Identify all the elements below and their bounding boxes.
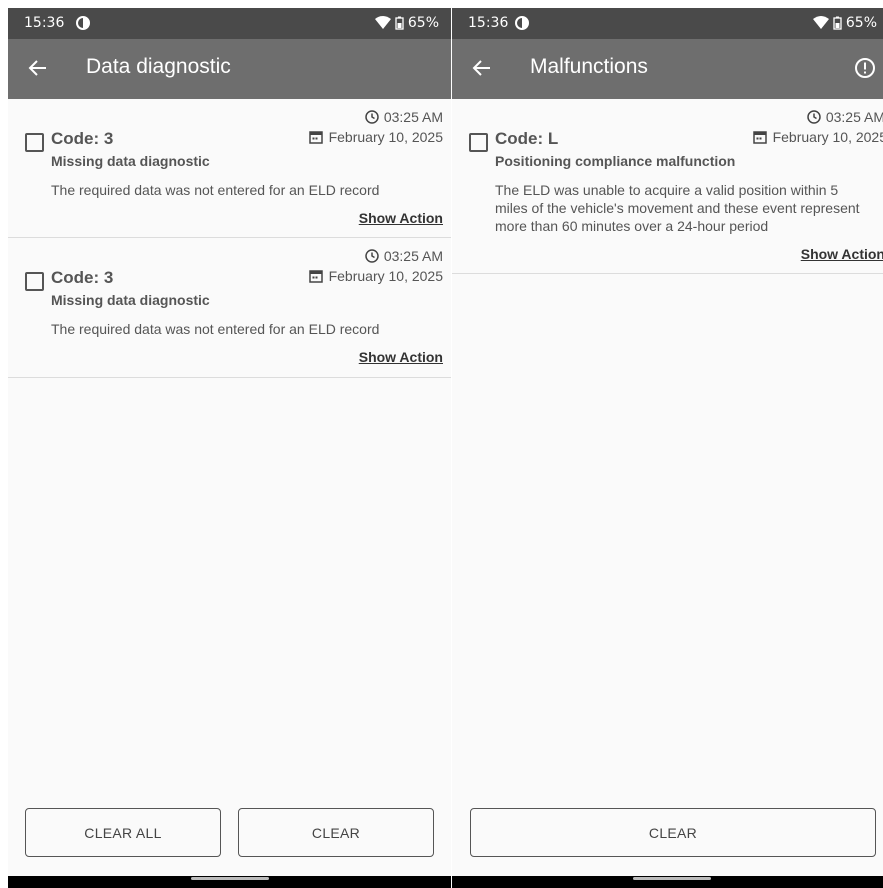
status-bar: 15:36 65%	[8, 8, 451, 39]
clear-button[interactable]: CLEAR	[470, 808, 876, 857]
back-arrow-icon[interactable]	[26, 56, 50, 80]
home-handle[interactable]	[633, 877, 711, 880]
event-code: Code: 3	[51, 268, 114, 287]
calendar-icon	[308, 131, 323, 144]
show-action-link[interactable]: Show Action	[359, 349, 443, 365]
event-date: February 10, 2025	[328, 129, 443, 145]
clock-icon	[807, 110, 821, 124]
back-arrow-icon[interactable]	[470, 56, 494, 80]
navigation-bar	[452, 876, 883, 888]
clear-all-button[interactable]: CLEAR ALL	[25, 808, 221, 857]
malfunction-card: 03:25 AM February 10, 2025 Code: L Posit…	[452, 99, 883, 274]
clock-icon	[365, 249, 379, 263]
wifi-icon	[374, 16, 391, 29]
home-handle[interactable]	[191, 877, 269, 880]
event-description: The required data was not entered for an…	[51, 321, 380, 337]
clear-button[interactable]: CLEAR	[238, 808, 434, 857]
app-bar: Malfunctions	[452, 39, 883, 99]
diagnostic-card: 03:25 AM February 10, 2025 Code: 3 Missi…	[8, 99, 451, 238]
status-time: 15:36	[24, 15, 65, 31]
event-date: February 10, 2025	[328, 268, 443, 284]
select-checkbox[interactable]	[469, 133, 488, 152]
wifi-icon	[812, 16, 829, 29]
info-alert-icon[interactable]	[853, 56, 877, 80]
malfunctions-screen: 15:36 65% Malfunctions 03:25 AM February…	[452, 8, 883, 888]
battery-icon	[833, 16, 842, 30]
event-description: The ELD was unable to acquire a valid po…	[495, 182, 860, 234]
diagnostic-card: 03:25 AM February 10, 2025 Code: 3 Missi…	[8, 238, 451, 378]
calendar-icon	[752, 131, 767, 144]
event-code: Code: L	[495, 129, 559, 148]
navigation-bar	[8, 876, 451, 888]
calendar-icon	[308, 270, 323, 283]
status-time: 15:36	[468, 15, 509, 31]
dnd-icon	[515, 16, 529, 30]
event-subtitle: Missing data diagnostic	[51, 153, 210, 169]
battery-percent: 65%	[407, 15, 439, 31]
event-code: Code: 3	[51, 129, 114, 148]
event-date: February 10, 2025	[772, 129, 883, 145]
event-time: 03:25 AM	[383, 248, 443, 264]
event-subtitle: Missing data diagnostic	[51, 292, 210, 308]
page-title: Malfunctions	[530, 55, 648, 78]
show-action-link[interactable]: Show Action	[801, 246, 883, 262]
select-checkbox[interactable]	[25, 272, 44, 291]
page-title: Data diagnostic	[86, 55, 231, 78]
event-time: 03:25 AM	[383, 109, 443, 125]
event-time: 03:25 AM	[825, 109, 883, 125]
show-action-link[interactable]: Show Action	[359, 210, 443, 226]
app-bar: Data diagnostic	[8, 39, 451, 99]
battery-icon	[395, 16, 404, 30]
event-subtitle: Positioning compliance malfunction	[495, 153, 736, 169]
data-diagnostic-screen: 15:36 65% Data diagnostic 03:25 AM Febru…	[8, 8, 451, 888]
select-checkbox[interactable]	[25, 133, 44, 152]
battery-percent: 65%	[845, 15, 877, 31]
status-bar: 15:36 65%	[452, 8, 883, 39]
dnd-icon	[76, 16, 90, 30]
clock-icon	[365, 110, 379, 124]
event-description: The required data was not entered for an…	[51, 182, 380, 198]
